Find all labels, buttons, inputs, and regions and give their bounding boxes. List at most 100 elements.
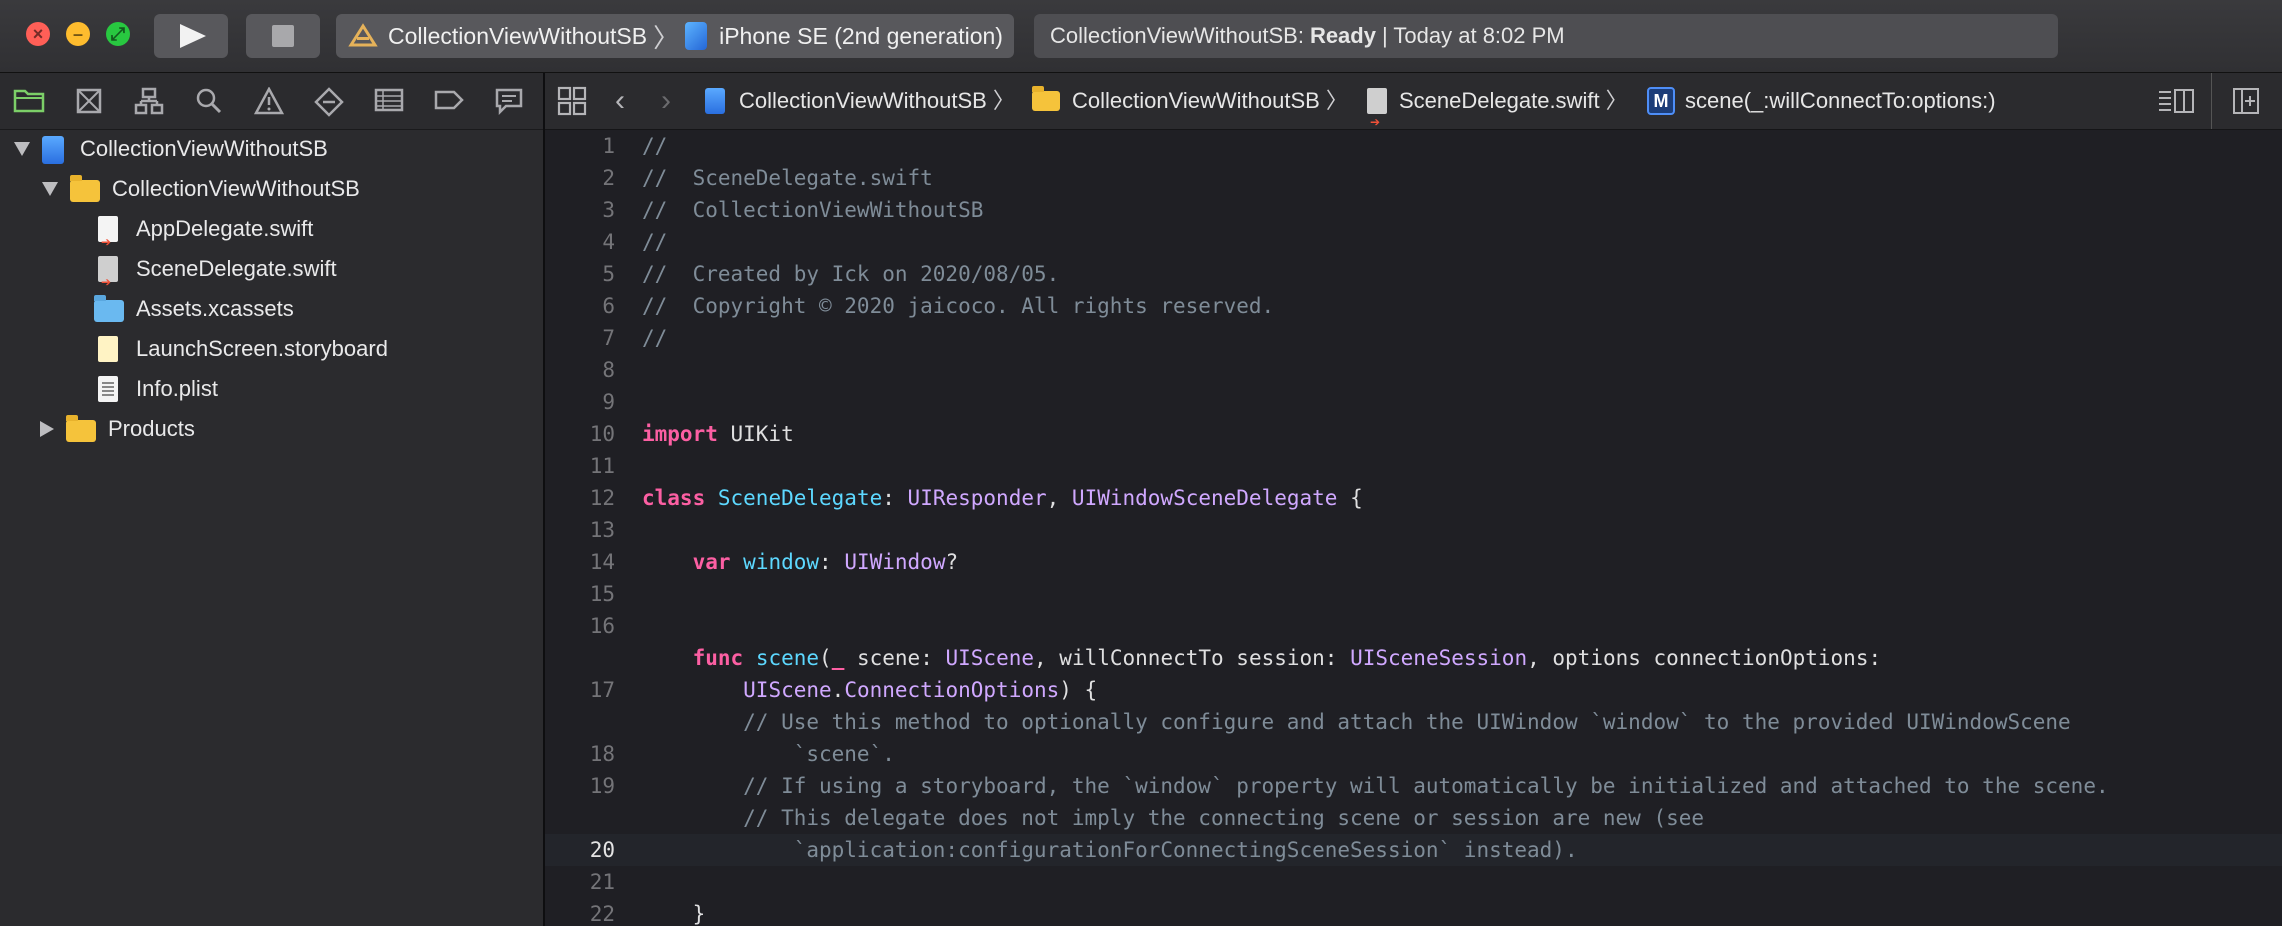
tree-item-products[interactable]: Products: [40, 409, 195, 449]
code-line-4: //: [642, 230, 668, 254]
toolbar: × – ⤢ CollectionViewWithoutSB 〉 iPhone S…: [0, 0, 2282, 73]
app-target-icon: [348, 23, 378, 47]
tree-item-appdelegate[interactable]: AppDelegate.swift: [98, 209, 314, 262]
tree-item-label: LaunchScreen.storyboard: [136, 336, 388, 361]
test-navigator-icon[interactable]: [312, 87, 346, 117]
folder-icon: [1032, 86, 1060, 111]
editor-options-icon[interactable]: [2157, 73, 2195, 129]
chevron-right-icon: 〉: [1605, 88, 1628, 113]
tree-item-project[interactable]: CollectionViewWithoutSB: [14, 129, 328, 169]
minimize-icon: –: [72, 24, 83, 44]
jump-bar-folder-label: CollectionViewWithoutSB: [1072, 88, 1320, 113]
chevron-right-icon: 〉: [1325, 88, 1348, 113]
tree-item-group-folder[interactable]: CollectionViewWithoutSB: [42, 169, 360, 209]
project-navigator: CollectionViewWithoutSB CollectionViewWi…: [0, 73, 545, 926]
folder-icon[interactable]: [12, 87, 46, 117]
close-window-button[interactable]: ×: [26, 22, 50, 46]
play-icon: [180, 24, 206, 48]
code-line-6: // Copyright © 2020 jaicoco. All rights …: [642, 294, 1275, 318]
activity-viewer: CollectionViewWithoutSB: Ready | Today a…: [1034, 14, 2058, 58]
code-line-17-wrap: `scene`.: [793, 742, 895, 766]
add-editor-icon[interactable]: [2211, 73, 2260, 129]
run-button[interactable]: [154, 14, 228, 58]
code-line-2: // SceneDelegate.swift: [642, 166, 933, 190]
tree-item-launchscreen[interactable]: LaunchScreen.storyboard: [98, 329, 388, 369]
stop-button[interactable]: [246, 14, 320, 58]
jump-bar: ‹ › CollectionViewWithoutSB 〉 Collection…: [545, 73, 2282, 150]
stop-icon: [272, 25, 294, 47]
code-line-16-wrap: UIScene.ConnectionOptions) {: [743, 678, 1098, 702]
source-control-icon[interactable]: [72, 87, 106, 117]
tree-item-label: CollectionViewWithoutSB: [80, 136, 328, 161]
navigator-selector-bar: [0, 73, 543, 130]
swift-file-icon: [98, 216, 118, 262]
activity-project: CollectionViewWithoutSB:: [1050, 23, 1304, 48]
activity-status: Ready: [1309, 23, 1376, 48]
symbol-navigator-icon[interactable]: [132, 87, 166, 117]
folder-icon: [70, 175, 100, 202]
code-line-13: var window: UIWindow?: [692, 550, 959, 574]
chevron-right-icon: 〉: [992, 88, 1015, 113]
scheme-device-name: iPhone SE (2nd generation): [719, 22, 1003, 49]
back-arrow-icon[interactable]: ‹: [615, 73, 625, 129]
scheme-selector[interactable]: CollectionViewWithoutSB 〉 iPhone SE (2nd…: [336, 14, 1014, 58]
tree-item-label: SceneDelegate.swift: [136, 256, 337, 281]
forward-arrow-icon[interactable]: ›: [661, 73, 671, 129]
disclosure-expanded-icon[interactable]: [42, 182, 58, 196]
jump-bar-project-label: CollectionViewWithoutSB: [739, 88, 987, 113]
tree-item-label: Products: [108, 416, 195, 441]
code-line-7: //: [642, 326, 668, 350]
activity-time: | Today at 8:02 PM: [1381, 23, 1565, 48]
device-icon: [685, 22, 708, 50]
scheme-project-name: CollectionViewWithoutSB: [388, 22, 648, 49]
fullscreen-icon: ⤢: [110, 24, 126, 44]
disclosure-collapsed-icon[interactable]: [40, 421, 54, 437]
debug-navigator-icon[interactable]: [372, 87, 406, 117]
tree-item-assets[interactable]: Assets.xcassets: [94, 289, 294, 329]
swift-file-icon: [98, 256, 118, 302]
minimize-window-button[interactable]: –: [66, 22, 90, 46]
xcode-project-icon: [42, 136, 64, 164]
chevron-right-icon: 〉: [653, 22, 680, 53]
swift-file-icon: [1367, 88, 1387, 150]
asset-catalog-icon: [94, 295, 124, 322]
line-number: 8: [602, 358, 615, 382]
plist-file-icon: [98, 376, 118, 402]
tree-item-scenedelegate[interactable]: SceneDelegate.swift: [98, 249, 337, 302]
related-items-icon[interactable]: [557, 73, 587, 129]
code-line-5: // Created by Ick on 2020/08/05.: [642, 262, 1060, 286]
code-line-17: // Use this method to optionally configu…: [743, 710, 2071, 734]
close-icon: ×: [32, 24, 44, 44]
report-navigator-icon[interactable]: [492, 87, 526, 117]
jump-bar-file[interactable]: SceneDelegate.swift 〉: [1367, 73, 1634, 150]
tree-item-label: AppDelegate.swift: [136, 216, 314, 241]
code-line-16: func scene(_ scene: UIScene, willConnect…: [692, 646, 1882, 670]
xcode-project-icon: [705, 88, 725, 114]
zoom-window-button[interactable]: ⤢: [106, 22, 130, 46]
tree-item-infoplist[interactable]: Info.plist: [98, 369, 218, 409]
tree-item-label: Info.plist: [136, 376, 218, 401]
method-icon: M: [1647, 87, 1675, 115]
tree-item-label: CollectionViewWithoutSB: [112, 176, 360, 201]
jump-bar-project[interactable]: CollectionViewWithoutSB 〉: [705, 73, 1021, 129]
code-line-19-wrap: `application:configurationForConnectingS…: [793, 838, 1578, 862]
source-editor[interactable]: 1 2 3 4 5 6 7 8 9 10 11 12 13 14 15 16 1…: [545, 130, 2282, 926]
code-line-9: import UIKit: [642, 422, 794, 446]
storyboard-file-icon: [98, 336, 118, 362]
code-line-21: }: [692, 902, 706, 926]
code-line-1: //: [642, 134, 668, 158]
jump-bar-folder[interactable]: CollectionViewWithoutSB 〉: [1032, 73, 1354, 129]
jump-bar-file-label: SceneDelegate.swift: [1399, 88, 1600, 113]
search-icon[interactable]: [192, 87, 226, 117]
disclosure-expanded-icon[interactable]: [14, 142, 30, 156]
code-line-11: class SceneDelegate: UIResponder, UIWind…: [642, 486, 1363, 510]
tree-item-label: Assets.xcassets: [136, 296, 294, 321]
breakpoint-icon[interactable]: [432, 87, 466, 117]
folder-icon: [66, 415, 96, 442]
jump-bar-symbol[interactable]: M scene(_:willConnectTo:options:): [1647, 73, 1996, 129]
code-line-3: // CollectionViewWithoutSB: [642, 198, 984, 222]
code-line-19: // This delegate does not imply the conn…: [743, 806, 1705, 830]
jump-bar-symbol-label: scene(_:willConnectTo:options:): [1685, 88, 1996, 113]
warning-icon[interactable]: [252, 86, 286, 117]
code-line-18: // If using a storyboard, the `window` p…: [743, 774, 2109, 798]
